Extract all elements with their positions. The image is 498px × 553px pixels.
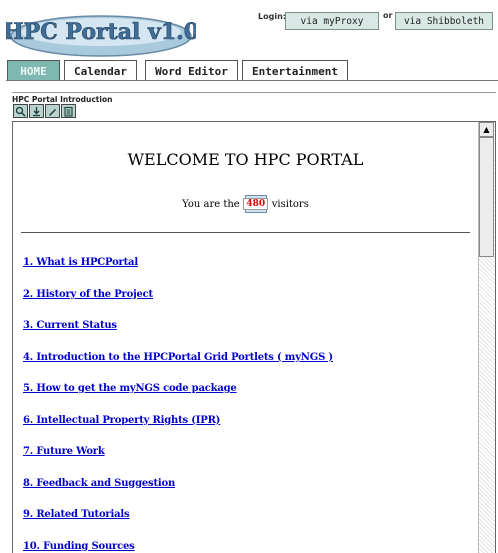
tab-home[interactable]: HOME [7,60,60,81]
download-icon[interactable] [29,104,44,118]
toc-link-status[interactable]: 3. Current Status [23,320,333,352]
content-area: WELCOME TO HPC PORTAL You are the 480 vi… [13,122,478,553]
toc-link-funding[interactable]: 10. Funding Sources [23,541,333,553]
portlet-title: HPC Portal Introduction [12,95,112,104]
login-shibboleth-button[interactable]: via Shibboleth [395,12,493,30]
divider [21,232,470,233]
hpc-portal-logo: HPC Portal v1.0 [6,6,196,58]
visitor-count: 480 [243,198,268,210]
notes-icon[interactable] [61,104,76,118]
visitor-line: You are the 480 visitors [13,195,478,213]
scroll-thumb[interactable] [479,137,494,257]
toc-links: 1. What is HPCPortal 2. History of the P… [23,257,333,553]
or-label: or [383,11,392,20]
tab-word-editor[interactable]: Word Editor [145,60,238,81]
visitors-suffix: visitors [272,199,309,210]
tab-calendar[interactable]: Calendar [64,60,137,81]
tab-entertainment[interactable]: Entertainment [242,60,348,81]
toc-link-history[interactable]: 2. History of the Project [23,289,333,321]
zoom-icon[interactable] [13,104,28,118]
toc-link-code-package[interactable]: 5. How to get the myNGS code package [23,383,333,415]
portlet-toolbar [13,104,76,118]
toc-link-feedback[interactable]: 8. Feedback and Suggestion [23,478,333,510]
toc-link-what-is[interactable]: 1. What is HPCPortal [23,257,333,289]
login-myproxy-button[interactable]: via myProxy [285,12,379,30]
toc-link-ipr[interactable]: 6. Intellectual Property Rights (IPR) [23,415,333,447]
visitor-counter: 480 [245,195,267,213]
edit-icon[interactable] [45,104,60,118]
welcome-heading: WELCOME TO HPC PORTAL [13,150,478,169]
scroll-up-arrow-icon[interactable]: ▲ [479,122,494,137]
tab-divider [6,80,498,81]
toc-link-portlets[interactable]: 4. Introduction to the HPCPortal Grid Po… [23,352,333,384]
toc-link-future[interactable]: 7. Future Work [23,446,333,478]
login-label: Login: [258,12,286,21]
intro-portlet: HPC Portal Introduction WELCOME TO HPC P… [12,92,496,553]
visitors-prefix: You are the [182,199,240,210]
vertical-scrollbar[interactable]: ▲ [478,122,495,553]
toc-link-tutorials[interactable]: 9. Related Tutorials [23,509,333,541]
logo-text: HPC Portal v1.0 [6,19,196,45]
content-frame: WELCOME TO HPC PORTAL You are the 480 vi… [12,121,496,553]
